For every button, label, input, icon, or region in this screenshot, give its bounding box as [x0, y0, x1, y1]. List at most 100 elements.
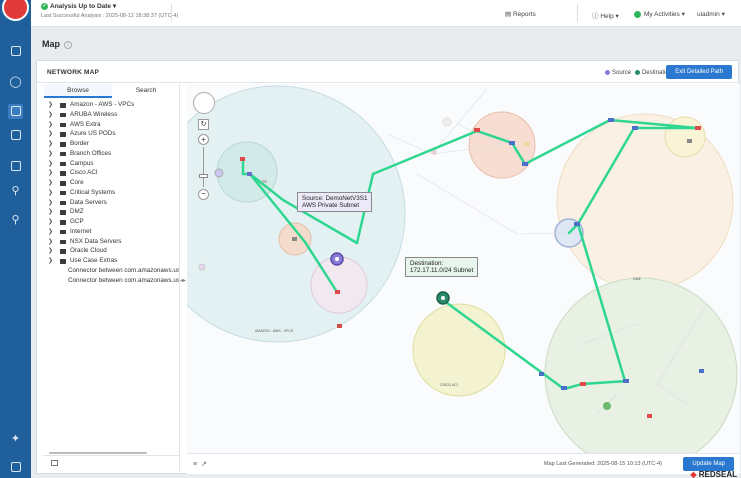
folder-icon	[60, 181, 66, 186]
panel-tabs: Browse Search	[44, 84, 180, 98]
chevron-right-icon[interactable]: ❯	[48, 199, 53, 206]
chevron-right-icon[interactable]: ❯	[48, 150, 53, 157]
folder-icon	[60, 161, 66, 166]
reports-icon[interactable]	[8, 159, 23, 174]
legend-source: Source	[604, 70, 631, 76]
chevron-right-icon[interactable]: ❯	[48, 247, 53, 254]
tree-item[interactable]: ❯ Internet	[45, 228, 180, 238]
brand-mark-icon: ◆	[690, 470, 697, 478]
search-icon[interactable]: ⚲	[8, 184, 23, 199]
activities-menu[interactable]: My Activities ▾	[634, 10, 685, 18]
tree-item[interactable]: ❯ Border	[45, 140, 180, 150]
zone-cisco-label: CISCO ACI	[440, 383, 458, 387]
folder-icon	[60, 132, 66, 137]
zone-aws-label: AMAZON - AWS - VPCS	[255, 329, 294, 333]
shield-icon[interactable]: ◯	[8, 75, 23, 90]
tree-item[interactable]: ❯ Oracle Cloud	[45, 247, 180, 257]
tree-item-label: Branch Offices	[70, 149, 112, 157]
help-menu[interactable]: ⓘ Help ▾	[592, 10, 619, 20]
network-nodes-icon[interactable]: ✦	[8, 432, 23, 447]
divider	[577, 4, 578, 22]
folder-icon	[60, 210, 66, 215]
folder-icon	[60, 171, 66, 176]
chevron-right-icon[interactable]: ❯	[48, 208, 53, 215]
zoom-out-button[interactable]: −	[198, 189, 209, 200]
chevron-right-icon[interactable]: ❯	[48, 111, 53, 118]
status-dot-icon	[634, 10, 641, 18]
search-settings-icon[interactable]: ⚲	[8, 213, 23, 228]
reports-link[interactable]: ▤ Reports	[505, 10, 536, 18]
horizontal-scrollbar[interactable]	[49, 452, 147, 454]
folder-icon	[60, 259, 66, 264]
fit-icon[interactable]: ↗	[201, 461, 207, 468]
tree-item[interactable]: ❯ Branch Offices	[45, 150, 180, 160]
collapse-panel-icon[interactable]	[51, 460, 58, 466]
tree-item-label: Oracle Cloud	[70, 247, 107, 255]
tree-item[interactable]: ❯ DMZ	[45, 208, 180, 218]
network-map-card: NETWORK MAP Source Destination Exit Deta…	[36, 60, 740, 474]
chevron-right-icon[interactable]: ❯	[48, 101, 53, 108]
zoom-controls: ↻ + −	[193, 92, 219, 212]
zone-dmz	[556, 113, 734, 291]
tree-item-label: Use Case Extras	[70, 257, 118, 264]
folder-icon	[60, 200, 66, 205]
tree-item[interactable]: ❯ Core	[45, 179, 180, 189]
chevron-right-icon[interactable]: ❯	[48, 228, 53, 235]
update-map-button[interactable]: Update Map	[683, 457, 734, 471]
connector-item[interactable]: Connector between com.amazonaws.us-w	[45, 277, 180, 287]
chevron-right-icon[interactable]: ❯	[48, 189, 53, 196]
connector-item[interactable]: Connector between com.amazonaws.us-w	[45, 267, 180, 277]
info-icon[interactable]: i	[64, 40, 72, 49]
chevron-right-icon[interactable]: ❯	[48, 218, 53, 225]
card-title: NETWORK MAP	[47, 69, 100, 76]
chevron-right-icon[interactable]: ❯	[48, 130, 53, 137]
panel-resize-handle[interactable]: ◂▸	[180, 277, 186, 284]
zone-dmz-sub	[664, 116, 706, 158]
network-map-canvas[interactable]: AMAZON - AWS - VPCS CISCO ACI DMZ Source…	[187, 84, 740, 453]
tree-item[interactable]: ❯ Azure US PODs	[45, 130, 180, 140]
pan-control-icon[interactable]	[193, 92, 215, 114]
zoom-slider-thumb[interactable]	[199, 174, 208, 178]
chevron-right-icon[interactable]: ❯	[48, 169, 53, 176]
top-bar: ✓ Analysis Up to Date ▾ Last Successful A…	[31, 0, 741, 27]
chevron-right-icon[interactable]: ❯	[48, 140, 53, 147]
topology-icon[interactable]	[8, 128, 23, 143]
node-faded	[442, 117, 452, 127]
tree-item[interactable]: ❯ Cisco ACI	[45, 169, 180, 179]
tree-item[interactable]: ❯ AWS Extra	[45, 121, 180, 131]
zoom-in-button[interactable]: +	[198, 134, 209, 145]
folder-icon	[60, 142, 66, 147]
tab-search[interactable]: Search	[112, 84, 180, 98]
folder-icon	[60, 190, 66, 196]
zone-cisco-aci	[412, 303, 506, 397]
folder-icon	[60, 220, 66, 225]
exit-detailed-path-button[interactable]: Exit Detailed Path	[666, 65, 732, 79]
tree-item[interactable]: ❯ Use Case Extras	[45, 257, 180, 267]
chart-icon: ▤	[505, 11, 512, 18]
user-menu[interactable]: uiadmin ▾	[697, 10, 725, 18]
chevron-right-icon[interactable]: ❯	[48, 238, 53, 245]
chevron-right-icon[interactable]: ❯	[48, 160, 53, 167]
chevron-right-icon[interactable]: ❯	[48, 121, 53, 128]
chevron-right-icon[interactable]: ❯	[48, 257, 53, 264]
analysis-status[interactable]: ✓ Analysis Up to Date ▾	[41, 2, 116, 10]
tree-item[interactable]: ❯ Amazon - AWS - VPCs	[45, 101, 180, 111]
tree-item[interactable]: ❯ Campus	[45, 160, 180, 170]
tree-item[interactable]: ❯ ARUBA Wireless	[45, 111, 180, 121]
app-window: ◯ ⚲ ⚲ ✦ ✓ Analysis Up to Date ▾ Last Succ…	[0, 0, 741, 478]
divider	[171, 4, 172, 22]
tab-browse[interactable]: Browse	[44, 84, 112, 98]
admin-icon[interactable]	[8, 460, 23, 475]
chevron-right-icon[interactable]: ❯	[48, 179, 53, 186]
layout-icon[interactable]: ≡	[193, 461, 197, 468]
map-icon[interactable]	[8, 104, 23, 119]
tree-item[interactable]: ❯ Data Servers	[45, 199, 180, 209]
tree-item[interactable]: ❯ GCP	[45, 218, 180, 228]
tree-item[interactable]: ❯ Critical Systems	[45, 189, 180, 199]
zoom-slider-track[interactable]	[203, 147, 204, 187]
dashboard-icon[interactable]	[8, 44, 23, 59]
tree-item[interactable]: ❯ NSX Data Servers	[45, 238, 180, 248]
reset-view-icon[interactable]: ↻	[198, 119, 209, 130]
folder-icon	[60, 239, 66, 244]
folder-icon	[60, 229, 66, 235]
